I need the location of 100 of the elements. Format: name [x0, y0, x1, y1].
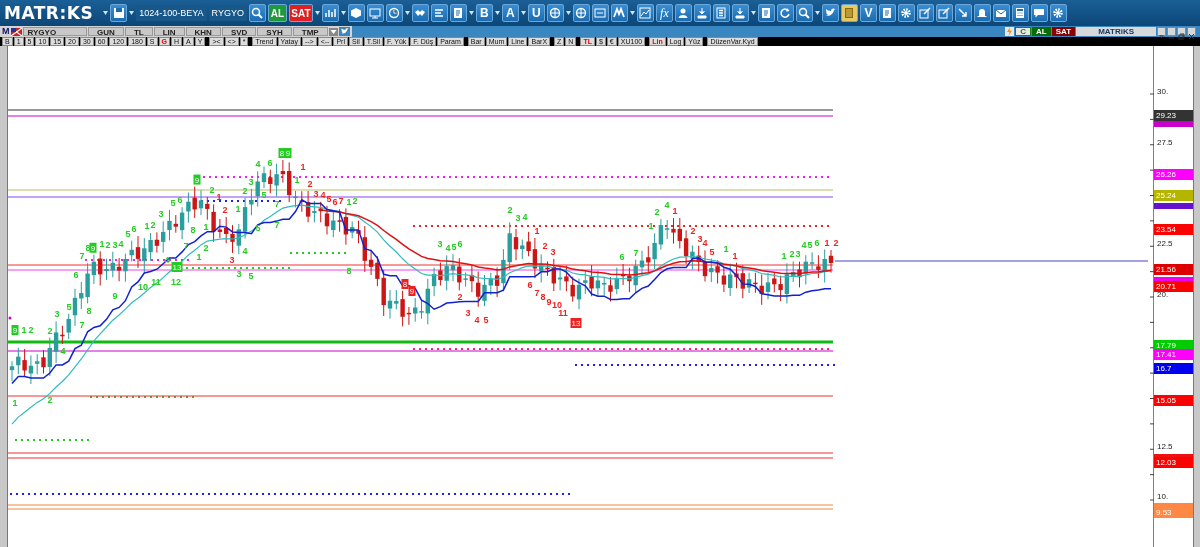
toolbar-button[interactable]: A [501, 4, 519, 22]
sequence-count: 3 [313, 189, 319, 199]
sequence-count: 6 [814, 238, 820, 248]
axis-tick-label: 22.5 [1157, 239, 1173, 249]
toolbar-button[interactable]: SAT [288, 4, 313, 22]
toolbar-button[interactable]: B [475, 4, 493, 22]
sequence-count: 5 [326, 193, 332, 204]
sequence-count-badge: 8 [278, 148, 286, 159]
sequence-count: 2 [542, 241, 548, 251]
sequence-count: 1 [648, 221, 654, 232]
sequence-count: 1 [99, 239, 105, 250]
sequence-count: 3 [515, 213, 521, 223]
sequence-count-badge: 9 [284, 148, 292, 159]
sequence-count: 12 [171, 277, 181, 287]
sequence-count: 5 [261, 189, 267, 200]
sequence-count: 7 [338, 196, 344, 207]
header-button[interactable]: KHN [185, 27, 221, 36]
sequence-count: 4 [664, 200, 670, 210]
sequence-count: 1 [294, 175, 300, 185]
sequence-count: 6 [619, 251, 625, 262]
sequence-count: 5 [248, 271, 254, 281]
sequence-count: 5 [255, 223, 261, 233]
price-tag: 20.71 [1154, 281, 1193, 292]
sequence-count: 5 [170, 197, 176, 208]
sequence-count: 6 [457, 239, 463, 249]
sequence-count: 4 [118, 239, 124, 249]
sequence-count: 3 [437, 239, 443, 249]
price-tag: 17.41 [1154, 349, 1193, 360]
sequence-count: 2 [105, 239, 111, 250]
sequence-count: 9 [112, 291, 118, 301]
toolbar-button[interactable]: fx [655, 4, 673, 22]
sequence-count: 11 [558, 308, 568, 318]
sequence-count: 3 [54, 309, 60, 320]
sequence-count: 5 [709, 246, 715, 257]
sequence-count: 1 [216, 192, 222, 203]
sequence-count: 7 [79, 251, 85, 262]
header-button[interactable]: TMP [292, 27, 328, 36]
sequence-count: 1 [300, 162, 306, 172]
sequence-count-badge: 8 [401, 279, 409, 289]
sequence-count: 2 [47, 325, 53, 336]
price-tag: 21.56 [1154, 264, 1193, 275]
sequence-count: 3 [236, 269, 242, 279]
sequence-count: 2 [47, 395, 53, 405]
sequence-count: 3 [229, 254, 235, 265]
sequence-count: 1 [723, 244, 729, 254]
sequence-count: 10 [552, 300, 562, 310]
sequence-count: 1 [196, 252, 202, 262]
sequence-count: 7 [183, 241, 189, 252]
sequence-count: 4 [522, 212, 528, 222]
sequence-count: 4 [702, 238, 708, 249]
header-button[interactable]: SYH [257, 27, 292, 36]
sequence-count: 6 [73, 270, 79, 280]
sequence-count: 3 [795, 249, 801, 260]
sequence-count: 8 [86, 306, 92, 316]
sequence-count: 7 [79, 320, 85, 330]
sequence-count: 4 [320, 189, 326, 200]
sequence-count: 2 [352, 196, 358, 206]
symbol-label: RYGYO [22, 27, 88, 36]
axis-tick-label: 27.5 [1157, 138, 1173, 148]
buy-button[interactable]: AL [1032, 27, 1051, 36]
brand-label: MATRiKS [1076, 27, 1156, 36]
sequence-count: 3 [158, 209, 164, 220]
sequence-count: 1 [346, 197, 352, 207]
sequence-count: 5 [483, 315, 489, 325]
c-button[interactable]: C [1015, 27, 1032, 36]
sequence-count: 8 [346, 266, 352, 276]
price-tag: 23.54 [1154, 224, 1193, 235]
sequence-count: 8 [540, 292, 546, 302]
sequence-count: 7 [274, 198, 280, 209]
sequence-count: 6 [267, 157, 273, 168]
header-button[interactable]: SVD [221, 27, 257, 36]
toolbar-button[interactable]: V [859, 4, 877, 22]
sequence-count: 5 [807, 240, 813, 250]
sequence-count: 4 [255, 159, 261, 170]
sequence-count: 2 [789, 249, 795, 260]
header-button[interactable]: LIN [153, 27, 185, 36]
layout-dropdown[interactable]: 1024-100-BEYA [136, 5, 207, 21]
sequence-count: 2 [222, 205, 228, 215]
sequence-count: 5 [125, 228, 131, 239]
sequence-count: 1 [732, 250, 738, 261]
header-button[interactable]: GUN [88, 27, 124, 36]
sequence-count: 2 [507, 205, 513, 215]
sequence-count: 9 [546, 297, 552, 307]
price-tag: 29.23 [1154, 110, 1193, 121]
sequence-count: 2 [28, 325, 34, 335]
sequence-count: 5 [66, 301, 72, 312]
toolbar-button[interactable]: AL [267, 4, 287, 22]
sequence-count: 2 [242, 185, 248, 196]
sell-button[interactable]: SAT [1051, 27, 1076, 36]
axis-tick-label: 10. [1157, 492, 1169, 502]
sequence-count: 7 [274, 220, 280, 230]
toolbar-button[interactable]: U [527, 4, 545, 22]
header-button[interactable]: TL [124, 27, 153, 36]
sequence-count: 5 [451, 242, 457, 253]
sequence-count: 4 [801, 240, 807, 250]
sequence-count: 6 [332, 197, 338, 208]
sequence-count: 2 [833, 238, 839, 248]
sequence-count: 2 [690, 226, 696, 236]
sequence-count: 2 [150, 220, 156, 231]
symbol-dropdown[interactable]: RYGYO [208, 5, 247, 21]
